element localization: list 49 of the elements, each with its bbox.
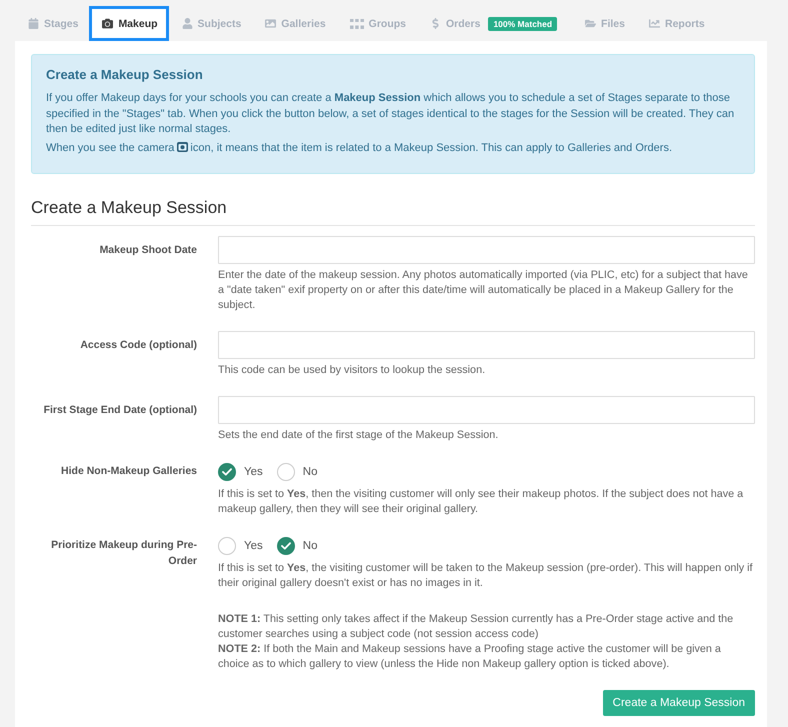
input-field[interactable]	[218, 236, 755, 264]
input-field[interactable]	[218, 331, 755, 359]
radio-button[interactable]	[218, 537, 236, 555]
status-badge: 100% Matched	[488, 16, 558, 30]
tab[interactable]: Subjects	[168, 6, 252, 41]
info-title: Create a Makeup Session	[46, 66, 204, 84]
radio-button[interactable]	[276, 463, 295, 481]
option-label: No	[302, 466, 318, 478]
check-icon	[222, 468, 232, 476]
tab[interactable]: Files	[572, 6, 636, 41]
input-field[interactable]	[218, 396, 755, 424]
tab[interactable]: Groups	[336, 6, 418, 41]
field-label: Access Code (optional)	[79, 338, 197, 353]
grid-icon	[350, 18, 364, 28]
camera-icon	[177, 142, 188, 152]
option-label: Yes	[244, 540, 263, 552]
option-label: No	[302, 540, 318, 552]
field-label: Makeup Shoot Date	[98, 243, 197, 258]
note-text: NOTE 1: This setting only takes affect if the Makeup Session currently has a Pre-Order stage active and the customer searches using a subject code (not session access code)	[218, 613, 734, 640]
tab[interactable]: Orders 100% Matched	[417, 6, 568, 41]
calendar-icon	[28, 18, 39, 29]
section-heading: Create a Makeup Session	[31, 197, 755, 226]
help-text: Enter the date of the makeup session. Any photos automatically imported (via PLIC, etc) for a subject that have a "date taken" exif property on or after this date/time will automatically be placed in a Makeup Gallery for the subject.	[218, 269, 748, 311]
info-text: When you see the camera	[46, 142, 174, 154]
help-text: Sets the end date of the first stage of the Makeup Session.	[218, 429, 498, 441]
help-text: If this is set to Yes, the visiting customer will be taken to the Makeup session (pre-order). This will happen only if their original gallery doesn't exist or has no images in it.	[218, 562, 753, 589]
tab[interactable]: Reports	[636, 6, 716, 41]
note-text: NOTE 2: If both the Main and Makeup sessions have a Proofing stage active the customer will be given a choice as to which gallery to view (unless the Hide non Makeup gallery option is ticked above).	[218, 643, 721, 670]
option-label: Yes	[244, 466, 263, 478]
field-label: Hide Non-Makeup Galleries	[60, 464, 197, 479]
info-text: icon, it means that the item is related to a Makeup Session. This can apply to Galleries and Orders.	[190, 142, 672, 154]
radio-button[interactable]	[276, 537, 295, 555]
camera-icon	[102, 18, 114, 29]
create-session-button[interactable]: Create a Makeup Session	[602, 690, 755, 716]
tab[interactable]: Makeup	[89, 6, 169, 41]
image-icon	[265, 18, 276, 29]
field-label: First Stage End Date (optional)	[42, 403, 197, 418]
help-text: This code can be used by visitors to lookup the session.	[218, 364, 486, 376]
help-text: If this is set to Yes, then the visiting customer will only see their makeup photos. If the subject does not have a makeup gallery, then they will see their original gallery.	[218, 488, 744, 515]
tab[interactable]: Stages	[15, 6, 90, 41]
radio-button[interactable]	[218, 463, 236, 481]
folder-icon	[585, 18, 596, 29]
dollar-icon	[430, 18, 442, 29]
check-icon	[280, 542, 291, 550]
chart-icon	[648, 18, 660, 29]
info-text: If you offer Makeup days for your schools you can create a Makeup Session which allows you to schedule a set of Stages separate to those specified in the "Stages" tab. When you click the button below, a set of stages identical to the stages for the Session will be created. They can then be edited just like normal stages.	[46, 92, 734, 135]
user-icon	[182, 18, 193, 29]
tab[interactable]: Galleries	[252, 6, 337, 41]
field-label: Prioritize Makeup during Pre-Order	[50, 538, 197, 569]
